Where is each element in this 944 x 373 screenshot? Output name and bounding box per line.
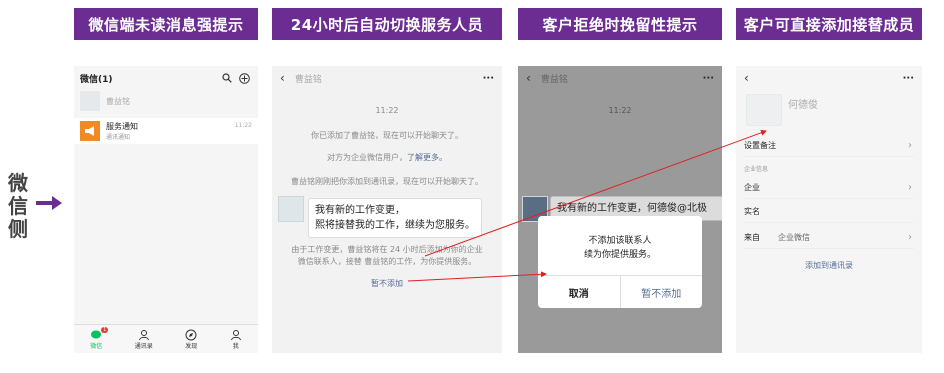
more-icon[interactable]: ···	[703, 73, 714, 84]
avatar	[746, 94, 782, 126]
row-label: 实名	[744, 206, 760, 216]
tab-label: 通讯录	[134, 342, 153, 350]
add-icon[interactable]	[239, 72, 250, 84]
chat-name: 服务通知	[106, 122, 138, 131]
compass-icon	[185, 329, 197, 340]
system-msg-text: 对方为企业微信用户，	[327, 153, 407, 162]
reject-button[interactable]: 暂不添加	[621, 276, 703, 308]
wechat-title: 微信(1)	[80, 74, 113, 85]
chevron-right-icon: ›	[908, 181, 912, 193]
contact-name: 曹益铭	[540, 74, 568, 85]
bubble-line: 我有新的工作变更，	[315, 205, 405, 216]
set-remark-row[interactable]: 设置备注 ›	[744, 134, 914, 157]
header-add-successor: 客户可直接添加接替成员	[736, 8, 922, 40]
phone-retention-dialog: ‹ 曹益铭 ··· 11:22 我有新的工作变更，何德俊@北极 不添加该联系人 …	[518, 66, 722, 353]
row-value: 企业微信	[778, 232, 810, 242]
header-retention-prompt: 客户拒绝时挽留性提示	[518, 8, 722, 40]
back-icon[interactable]: ‹	[744, 71, 749, 85]
row-label: 设置备注	[744, 140, 776, 150]
phone-chat-auto-switch: ‹ 曹益铭 ··· 11:22 你已添加了曹益铭，现在可以开始聊天了。 对方为企…	[272, 66, 502, 353]
more-icon[interactable]: ···	[903, 73, 914, 84]
tab-me[interactable]: 我	[230, 329, 242, 350]
unread-badge: 1	[101, 326, 109, 333]
dialog-line: 不添加该联系人	[588, 236, 652, 246]
chat-row-caoyiming[interactable]: 曹益铭	[74, 88, 258, 114]
chat-row-service-notice[interactable]: 服务通知 通讯通知 11:22	[74, 118, 258, 144]
chat-time: 11:22	[375, 106, 399, 115]
tab-chats[interactable]: 微信 1	[90, 326, 109, 350]
chat-name: 曹益铭	[106, 96, 130, 106]
right-arrow-icon	[36, 196, 62, 210]
avatar	[278, 196, 304, 222]
bottom-tabbar: 微信 1 通讯录 发现 我	[74, 324, 258, 353]
profile-name: 何德俊	[788, 100, 818, 111]
phone-wechat-list: 微信(1) 曹益铭 服务通知 通讯通知 11:22 微信 1 通讯录 发现 我	[74, 66, 258, 353]
chevron-right-icon: ›	[908, 231, 912, 243]
cancel-button[interactable]: 取消	[538, 276, 621, 308]
chat-preview: 通讯通知	[106, 134, 131, 141]
contact-name: 曹益铭	[294, 74, 322, 85]
section-label: 企业信息	[744, 166, 769, 173]
tab-contacts[interactable]: 通讯录	[135, 329, 153, 350]
phone-contact-profile: ‹ ··· 何德俊 设置备注 › 企业信息 企业 › 实名 来自 企业微信 › 添加…	[736, 66, 922, 353]
tab-discover[interactable]: 发现	[185, 329, 197, 350]
more-icon[interactable]: ···	[483, 73, 494, 84]
tab-label: 我	[232, 342, 239, 350]
tab-label: 发现	[185, 342, 198, 350]
dialog-buttons: 取消 暂不添加	[538, 275, 702, 308]
retention-dialog: 不添加该联系人 续为你提供服务。 取消 暂不添加	[538, 216, 702, 308]
source-row[interactable]: 来自 企业微信 ›	[744, 226, 914, 249]
system-msg-enterprise: 对方为企业微信用户，了解更多。	[272, 152, 502, 163]
chevron-right-icon: ›	[908, 139, 912, 151]
person-icon	[230, 329, 241, 340]
back-icon[interactable]: ‹	[526, 71, 531, 85]
tab-label: 微信	[90, 342, 103, 350]
system-msg-added: 你已添加了曹益铭，现在可以开始聊天了。	[311, 131, 463, 140]
megaphone-icon	[80, 121, 100, 141]
learn-more-link[interactable]: 了解更多。	[407, 153, 447, 162]
company-row[interactable]: 企业 ›	[744, 176, 914, 199]
header-auto-switch: 24小时后自动切换服务人员	[272, 8, 502, 40]
avatar	[80, 91, 100, 111]
bubble-line: 熙将接替我的工作，继续为您服务。	[315, 220, 475, 231]
chat-time: 11:22	[234, 122, 252, 129]
chat-time: 11:22	[608, 106, 632, 115]
message-bubble: 我有新的工作变更， 熙将接替我的工作，继续为您服务。	[308, 198, 482, 238]
contacts-icon	[138, 329, 149, 340]
side-label: 微信侧	[8, 171, 28, 241]
search-icon[interactable]	[222, 73, 232, 83]
handover-info: 由于工作变更，曹益铭将在 24 小时后添加为你的企业微信联系人，接替 曹益铭的工…	[291, 245, 483, 266]
row-label: 企业	[744, 182, 760, 192]
real-name-row: 实名	[744, 200, 914, 223]
back-icon[interactable]: ‹	[280, 71, 285, 85]
reject-link[interactable]: 暂不添加	[272, 278, 502, 289]
add-to-contacts-button[interactable]: 添加到通讯录	[736, 260, 922, 271]
dialog-line: 续为你提供服务。	[583, 250, 656, 260]
header-unread-alert: 微信端未读消息强提示	[74, 8, 258, 40]
row-label: 来自	[744, 232, 760, 242]
dialog-message: 不添加该联系人 续为你提供服务。	[548, 234, 692, 262]
system-msg-contact: 曹益铭刚刚把你添加到通讯录，现在可以开始聊天了。	[291, 177, 483, 186]
